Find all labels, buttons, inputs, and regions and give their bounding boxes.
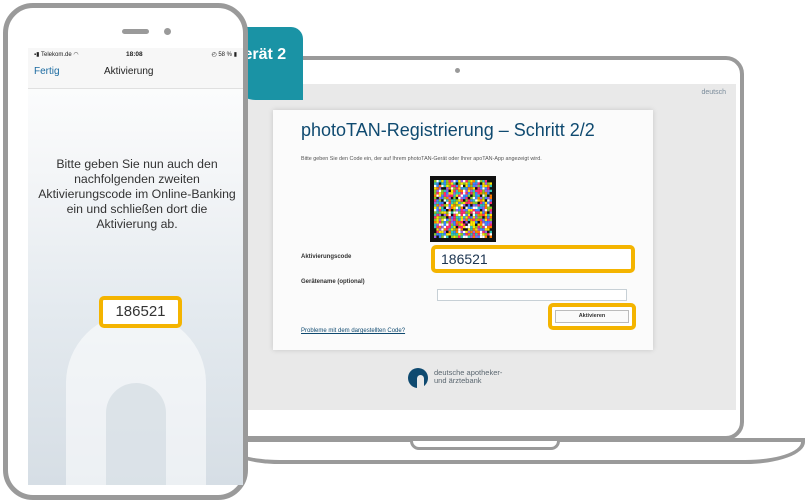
bank-name: deutsche apotheker- und ärztebank (434, 369, 502, 385)
phone-frame: ▪▮ Telekom.de ◠ 18:08 ◴ 58 % ▮ Fertig Ak… (3, 3, 248, 500)
browser-viewport: deutsch photoTAN-Registrierung – Schritt… (246, 84, 736, 410)
phone-header: ▪▮ Telekom.de ◠ 18:08 ◴ 58 % ▮ Fertig Ak… (28, 48, 243, 89)
done-button[interactable]: Fertig (34, 66, 60, 77)
color-mosaic-code (434, 180, 492, 238)
instruction-text: Bitte geben Sie den Code ein, der auf Ih… (301, 156, 542, 162)
registration-card: photoTAN-Registrierung – Schritt 2/2 Bit… (273, 110, 653, 350)
wifi-icon: ◠ (71, 52, 79, 58)
laptop-camera (455, 68, 460, 73)
page-title: photoTAN-Registrierung – Schritt 2/2 (301, 120, 595, 140)
device-name-label: Gerätename (optional) (301, 279, 365, 285)
bank-logo-icon (408, 368, 428, 388)
activate-highlight: Aktivieren (548, 303, 636, 330)
phone-code-highlight: 186521 (99, 296, 182, 328)
nav-title: Aktivierung (104, 66, 154, 77)
phototan-mosaic-image (430, 176, 496, 242)
carrier-label: ▪▮ Telekom.de ◠ (34, 52, 79, 58)
language-link[interactable]: deutsch (701, 89, 726, 96)
battery-status: ◴ 58 % ▮ (211, 52, 237, 58)
phone-camera (164, 28, 171, 35)
status-time: 18:08 (126, 51, 143, 58)
bank-name-line2: und ärztebank (434, 376, 482, 385)
problem-link[interactable]: Probleme mit dem dargestellten Code? (301, 328, 405, 334)
laptop-notch (410, 441, 560, 450)
activate-button[interactable]: Aktivieren (555, 310, 629, 323)
battery-icon: ▮ (232, 52, 237, 58)
phone-screen: ▪▮ Telekom.de ◠ 18:08 ◴ 58 % ▮ Fertig Ak… (28, 48, 243, 485)
phone-activation-code: 186521 (115, 303, 166, 320)
signal-icon: ▪▮ (34, 52, 41, 58)
device-name-input[interactable] (437, 289, 627, 301)
activation-code-field[interactable]: 186521 (431, 245, 635, 273)
activation-instruction: Bitte geben Sie nun auch den nachfolgend… (38, 157, 236, 231)
phone-speaker (122, 29, 149, 34)
activation-code-label: Aktivierungscode (301, 254, 352, 260)
activation-code-input[interactable]: 186521 (441, 251, 488, 267)
